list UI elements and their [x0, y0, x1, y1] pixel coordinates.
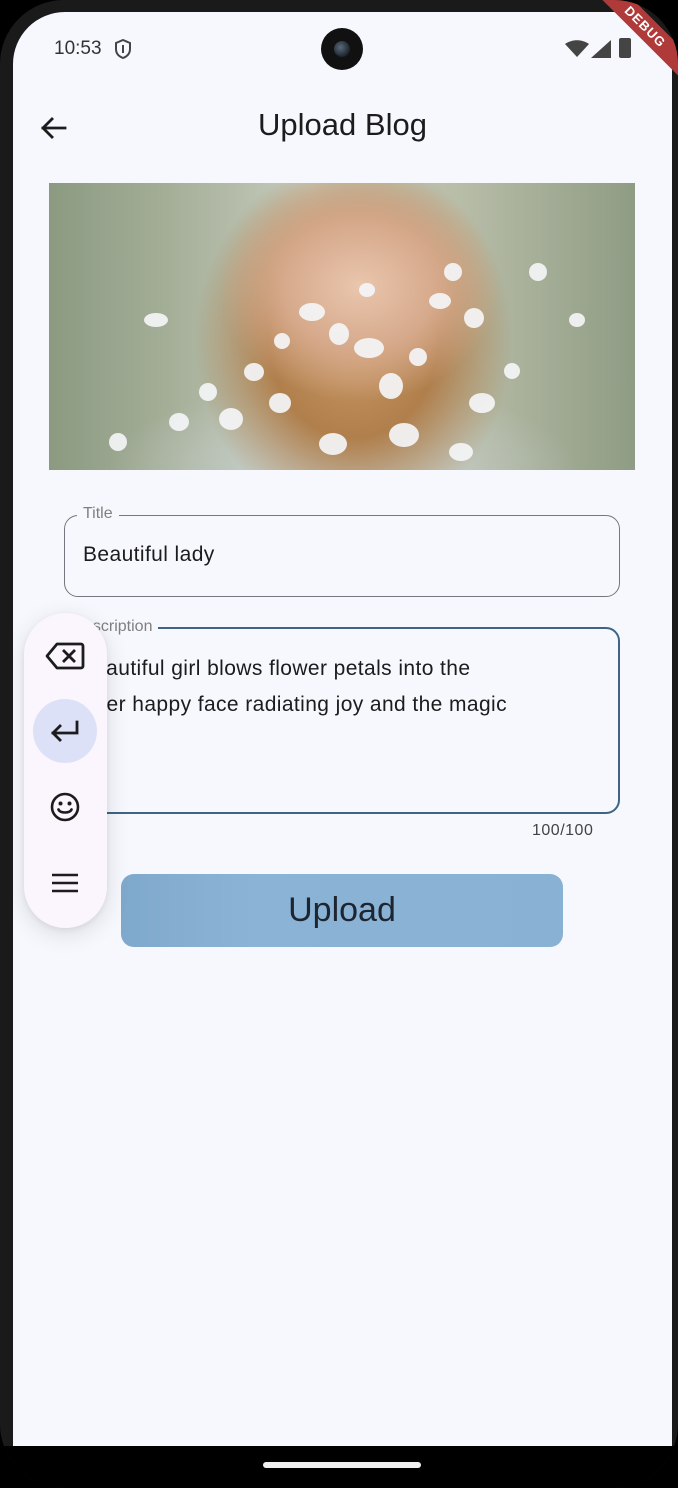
- title-field-value[interactable]: Beautiful lady: [83, 543, 215, 567]
- app-screen: 10:53 Upload Blog Title Beautiful lady e…: [13, 12, 672, 1446]
- page-title: Upload Blog: [258, 107, 427, 142]
- title-field[interactable]: Title Beautiful lady: [64, 505, 620, 597]
- menu-button[interactable]: [33, 851, 97, 915]
- petal: [409, 348, 427, 366]
- petal: [464, 308, 484, 328]
- description-line-1: beautiful girl blows flower petals into …: [82, 657, 471, 680]
- petal: [469, 393, 495, 413]
- emoji-button[interactable]: [33, 775, 97, 839]
- signal-icon: [591, 40, 611, 58]
- blog-cover-image[interactable]: [49, 183, 635, 470]
- petal: [379, 373, 403, 399]
- petal: [299, 303, 325, 321]
- petal: [274, 333, 290, 349]
- enter-button[interactable]: [33, 699, 97, 763]
- backspace-button[interactable]: [33, 624, 97, 688]
- petal: [319, 433, 347, 455]
- upload-button[interactable]: Upload: [121, 874, 563, 947]
- petal: [359, 283, 375, 297]
- petal: [444, 263, 462, 281]
- phone-frame: 10:53 Upload Blog Title Beautiful lady e…: [0, 0, 678, 1488]
- petal: [169, 413, 189, 431]
- front-camera: [321, 28, 363, 70]
- description-field[interactable]: escription beautiful girl blows flower p…: [64, 618, 620, 814]
- petal: [354, 338, 384, 358]
- home-indicator[interactable]: [263, 1462, 421, 1468]
- system-navigation-bar: [0, 1446, 678, 1488]
- petal: [109, 433, 127, 451]
- shield-icon: [115, 39, 131, 59]
- petal: [144, 313, 168, 327]
- menu-icon: [52, 873, 78, 893]
- wifi-icon: [565, 40, 589, 57]
- petal: [529, 263, 547, 281]
- petal: [569, 313, 585, 327]
- petal: [244, 363, 264, 381]
- petal: [449, 443, 473, 461]
- description-line-3: na: [82, 723, 602, 759]
- floating-keyboard-toolbar: [24, 613, 107, 928]
- petal: [329, 323, 349, 345]
- enter-icon: [51, 720, 79, 742]
- status-time: 10:53: [54, 38, 102, 59]
- description-field-value[interactable]: beautiful girl blows flower petals into …: [82, 651, 602, 759]
- battery-icon: [619, 38, 631, 58]
- petal: [429, 293, 451, 309]
- emoji-icon: [50, 792, 80, 822]
- character-counter: 100/100: [532, 822, 594, 839]
- description-line-2: , her happy face radiating joy and the m…: [82, 693, 508, 716]
- petal: [199, 383, 217, 401]
- petal: [389, 423, 419, 447]
- title-field-label: Title: [77, 505, 119, 523]
- petal: [269, 393, 291, 413]
- backspace-icon: [45, 642, 85, 670]
- petal: [219, 408, 243, 430]
- petal: [504, 363, 520, 379]
